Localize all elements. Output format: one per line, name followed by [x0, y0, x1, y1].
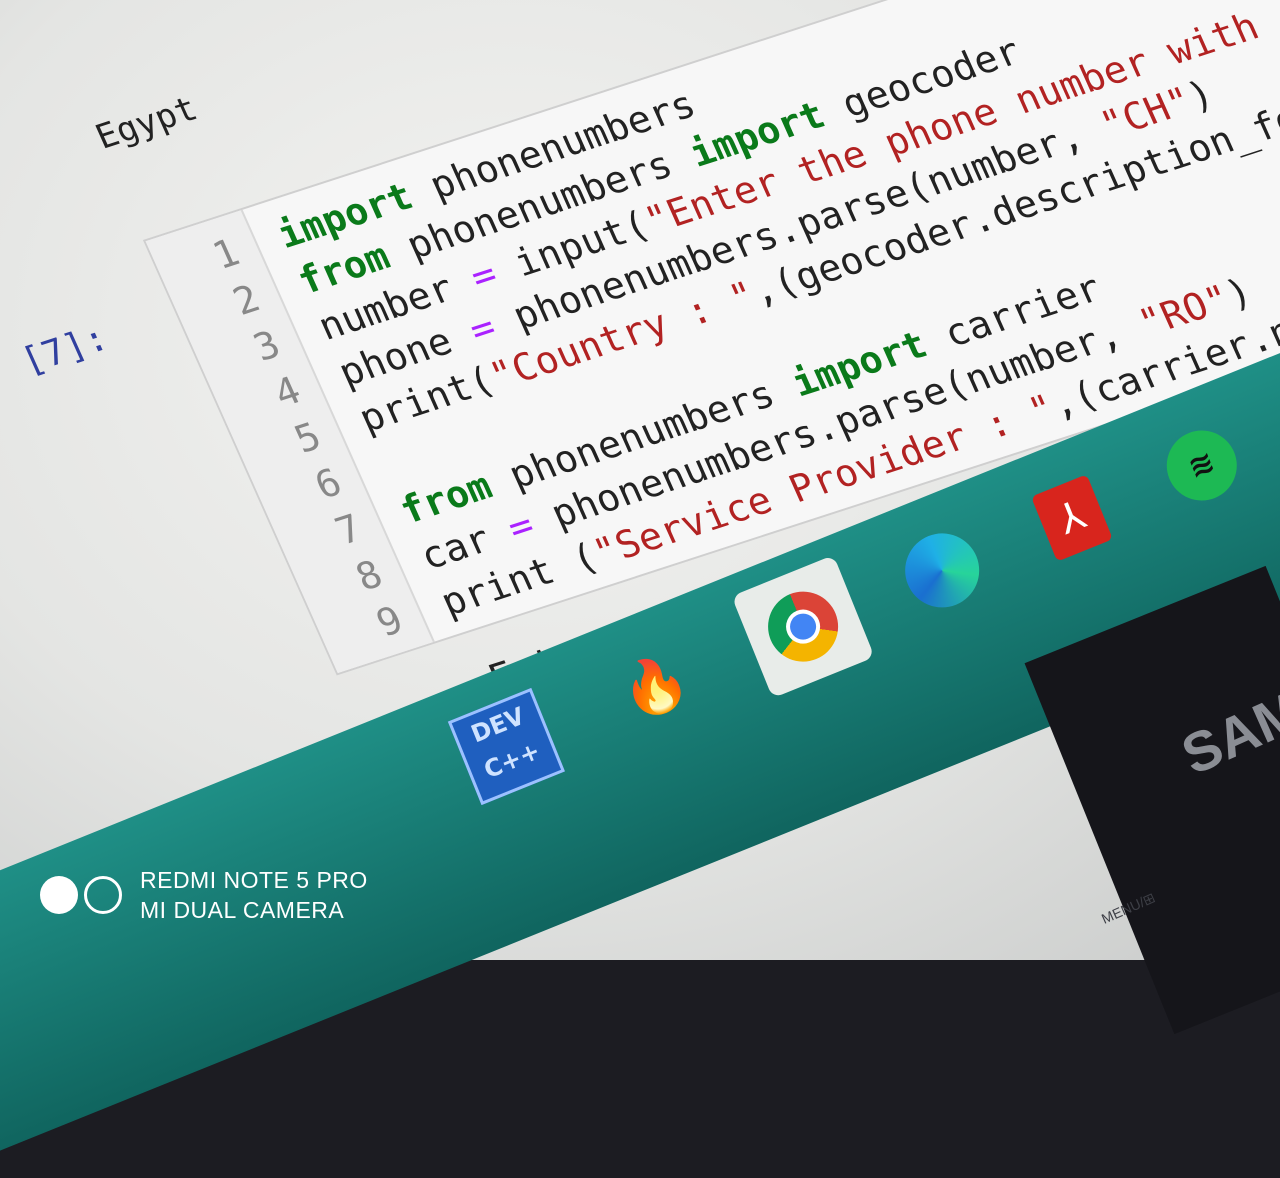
spotify-icon: ≋	[1156, 419, 1248, 512]
acrobat-icon: ⅄	[1031, 474, 1113, 562]
watermark-line-2: MI DUAL CAMERA	[140, 897, 345, 923]
dev-cpp-icon: DEV C++	[447, 687, 565, 806]
edge-taskbar-button[interactable]	[871, 499, 1014, 642]
chrome-taskbar-button[interactable]	[731, 555, 875, 699]
watermark-dots-icon	[40, 876, 122, 914]
acrobat-taskbar-button[interactable]: ⅄	[1000, 446, 1143, 589]
cell-prompt: [7]:	[15, 317, 115, 383]
torch-icon: 🔥	[611, 644, 698, 728]
camera-watermark: REDMI NOTE 5 PRO MI DUAL CAMERA	[40, 865, 368, 925]
watermark-line-1: REDMI NOTE 5 PRO	[140, 867, 368, 893]
previous-cell-output: Egypt	[89, 88, 204, 158]
spotify-taskbar-button[interactable]: ≋	[1130, 394, 1273, 537]
torch-taskbar-button[interactable]: 🔥	[583, 615, 726, 758]
chrome-icon	[757, 581, 849, 673]
edge-icon	[893, 522, 991, 619]
dev-cpp-taskbar-button[interactable]: DEV C++	[435, 675, 578, 818]
